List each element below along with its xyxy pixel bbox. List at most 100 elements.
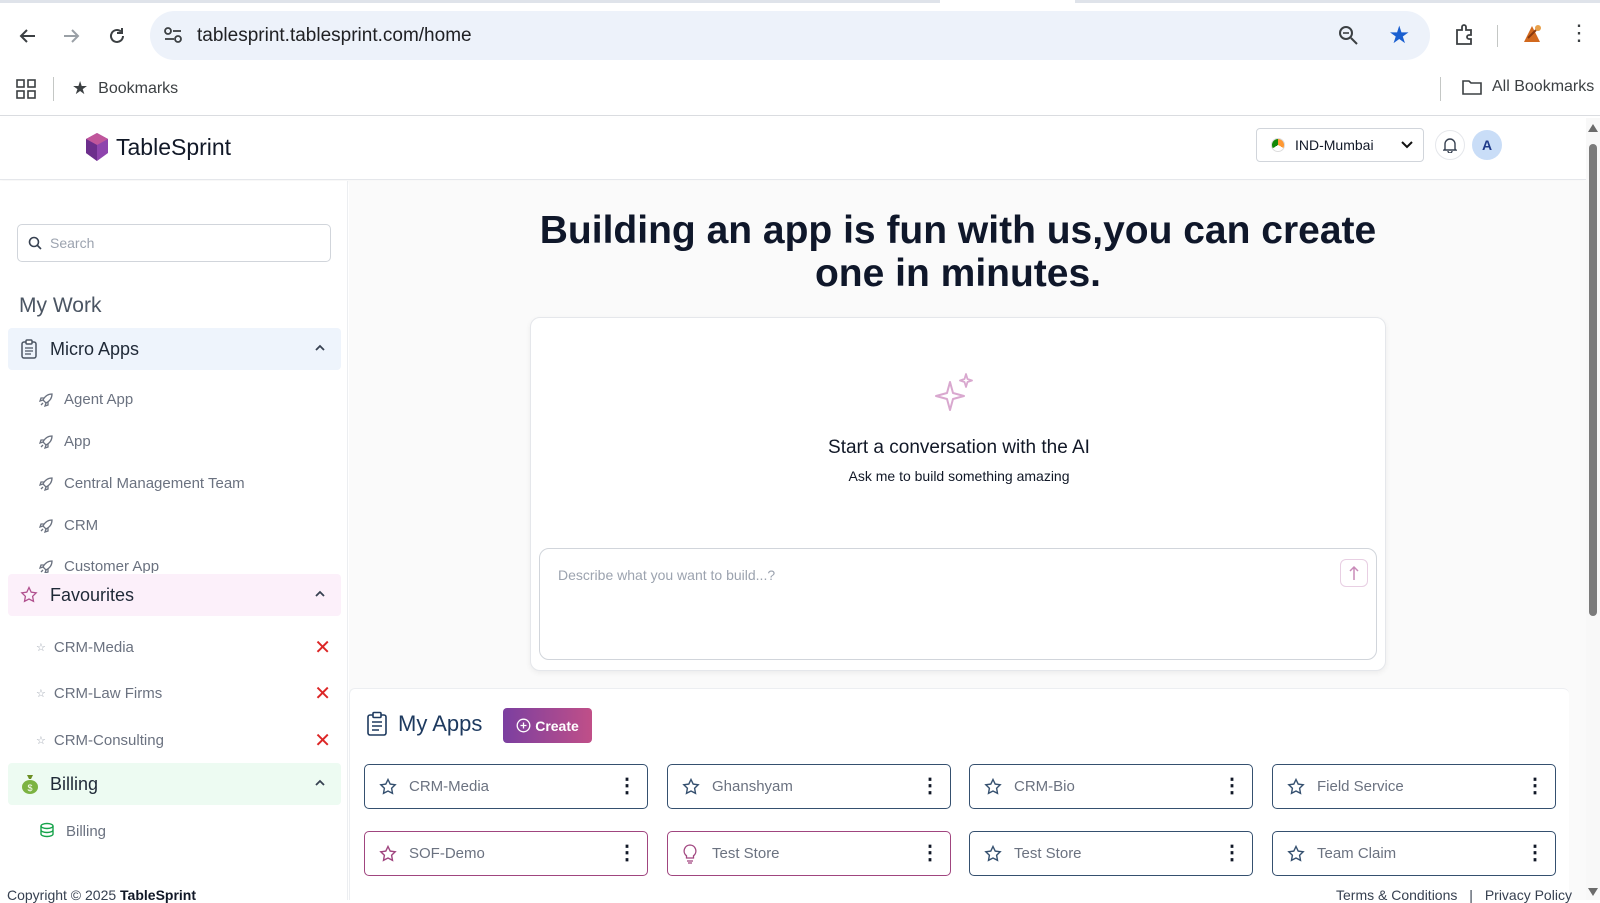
address-bar[interactable]: tablesprint.tablesprint.com/home ★ (150, 11, 1430, 60)
star-outline-icon[interactable] (984, 844, 1002, 863)
chevron-up-icon[interactable] (313, 587, 327, 601)
app-card-sof-demo[interactable]: SOF-Demo ⋮ (364, 831, 648, 876)
page-scrollbar[interactable] (1586, 118, 1600, 900)
group-billing[interactable]: $ Billing (8, 763, 341, 805)
more-options-icon[interactable]: ⋮ (1525, 776, 1545, 796)
remove-icon[interactable]: ✕ (314, 635, 331, 660)
scrollbar-thumb[interactable] (1589, 144, 1597, 616)
sidebar-item-label: App (64, 433, 91, 450)
ai-subtitle: Ask me to build something amazing (848, 468, 1070, 484)
app-card-test-store[interactable]: Test Store ⋮ (667, 831, 951, 876)
sidebar-item-crm[interactable]: CRM (38, 517, 98, 534)
sidebar-item-agent-app[interactable]: Agent App (38, 391, 133, 408)
more-options-icon[interactable]: ⋮ (920, 776, 940, 796)
terms-link[interactable]: Terms & Conditions (1336, 887, 1457, 903)
region-select[interactable]: IND-Mumbai (1256, 128, 1424, 162)
footer-separator: | (1469, 887, 1473, 903)
more-options-icon[interactable]: ⋮ (617, 776, 637, 796)
reload-icon (110, 28, 124, 43)
sidebar-item-billing[interactable]: Billing (38, 822, 106, 840)
micro-apps-list: Agent App App Central Management Team CR… (0, 375, 348, 573)
brand-logo[interactable]: TableSprint (84, 131, 231, 163)
rocket-icon (38, 392, 53, 407)
ai-title: Start a conversation with the AI (828, 437, 1090, 458)
bookmarks-button[interactable]: ★ Bookmarks (72, 78, 178, 99)
send-button[interactable] (1340, 559, 1368, 587)
chevron-up-icon[interactable] (313, 341, 327, 355)
app-card-label: SOF-Demo (409, 845, 485, 862)
scroll-down-arrow-icon[interactable] (1588, 888, 1598, 896)
extensions-icon[interactable] (1452, 22, 1478, 48)
site-info-icon[interactable] (162, 24, 184, 46)
copyright-prefix: Copyright © 2025 (7, 887, 121, 903)
my-apps-title: My Apps (398, 711, 483, 736)
reload-button[interactable] (103, 22, 131, 50)
create-button[interactable]: Create (503, 708, 592, 743)
arrow-up-icon (1349, 565, 1359, 580)
favourite-item-crm-law-firms[interactable]: ☆ CRM-Law Firms ✕ (36, 681, 331, 706)
favourite-item-crm-consulting[interactable]: ☆ CRM-Consulting ✕ (36, 728, 331, 753)
clipboard-icon (367, 711, 387, 736)
more-options-icon[interactable]: ⋮ (1525, 843, 1545, 863)
app-card-test-store-2[interactable]: Test Store ⋮ (969, 831, 1253, 876)
star-icon: ☆ (36, 688, 46, 700)
app-card-crm-bio[interactable]: CRM-Bio ⋮ (969, 764, 1253, 809)
favourite-item-crm-media[interactable]: ☆ CRM-Media ✕ (36, 635, 331, 660)
hero-line-1: Building an app is fun with us,you can c… (539, 209, 1377, 252)
scroll-up-arrow-icon[interactable] (1588, 124, 1598, 132)
star-outline-icon[interactable] (682, 777, 700, 796)
remove-icon[interactable]: ✕ (314, 728, 331, 753)
app-card-ghanshyam[interactable]: Ghanshyam ⋮ (667, 764, 951, 809)
create-label: Create (535, 717, 579, 734)
search-input[interactable] (50, 235, 310, 251)
browser-chrome: tablesprint.tablesprint.com/home ★ ⋮ ★ B… (0, 0, 1600, 118)
star-outline-icon[interactable] (379, 844, 397, 863)
star-outline-icon[interactable] (379, 777, 397, 796)
plus-circle-icon (516, 718, 531, 733)
sidebar-item-customer-app[interactable]: Customer App (38, 558, 159, 573)
url-text[interactable]: tablesprint.tablesprint.com/home (197, 25, 472, 47)
favourite-label: CRM-Media (53, 639, 134, 656)
browser-menu-icon[interactable]: ⋮ (1568, 20, 1590, 46)
app-card-label: Team Claim (1317, 845, 1397, 862)
coins-icon (40, 822, 54, 838)
notifications-button[interactable] (1435, 130, 1465, 160)
india-flag-icon (1271, 138, 1285, 152)
privacy-link[interactable]: Privacy Policy (1485, 887, 1572, 903)
star-outline-icon[interactable] (984, 777, 1002, 796)
app-card-crm-media[interactable]: CRM-Media ⋮ (364, 764, 648, 809)
app-card-team-claim[interactable]: Team Claim ⋮ (1272, 831, 1556, 876)
sidebar-search[interactable] (17, 224, 331, 262)
more-options-icon[interactable]: ⋮ (1222, 843, 1242, 863)
arrow-left-icon (19, 29, 35, 43)
chevron-up-icon[interactable] (313, 776, 327, 790)
star-outline-icon[interactable] (1287, 844, 1305, 863)
toolbar-divider (1497, 25, 1498, 47)
group-micro-apps[interactable]: Micro Apps (8, 328, 341, 370)
zoom-icon[interactable] (1336, 23, 1360, 47)
more-options-icon[interactable]: ⋮ (617, 843, 637, 863)
remove-icon[interactable]: ✕ (314, 681, 331, 706)
all-bookmarks-button[interactable]: All Bookmarks (1462, 78, 1594, 96)
sidebar-item-app[interactable]: App (38, 433, 91, 450)
extension-leaf-icon[interactable] (1518, 20, 1546, 48)
forward-button[interactable] (57, 22, 85, 50)
back-button[interactable] (14, 22, 42, 50)
more-options-icon[interactable]: ⋮ (1222, 776, 1242, 796)
group-favourites[interactable]: Favourites (8, 574, 341, 616)
bell-icon (1443, 138, 1457, 153)
sidebar-item-central-management-team[interactable]: Central Management Team (38, 475, 245, 492)
sidebar-item-label: Customer App (64, 558, 160, 573)
avatar[interactable]: A (1472, 130, 1502, 160)
copyright-brand: TableSprint (120, 887, 197, 903)
app-card-label: CRM-Bio (1014, 778, 1075, 795)
more-options-icon[interactable]: ⋮ (920, 843, 940, 863)
app-header: TableSprint IND-Mumbai A (0, 118, 1586, 180)
apps-grid-icon[interactable] (16, 79, 36, 99)
my-apps-header: My Apps (366, 711, 482, 737)
prompt-input[interactable] (558, 567, 1318, 637)
app-card-field-service[interactable]: Field Service ⋮ (1272, 764, 1556, 809)
bookmark-star-icon[interactable]: ★ (1388, 21, 1410, 50)
star-outline-icon[interactable] (1287, 777, 1305, 796)
lightbulb-icon (682, 843, 700, 864)
